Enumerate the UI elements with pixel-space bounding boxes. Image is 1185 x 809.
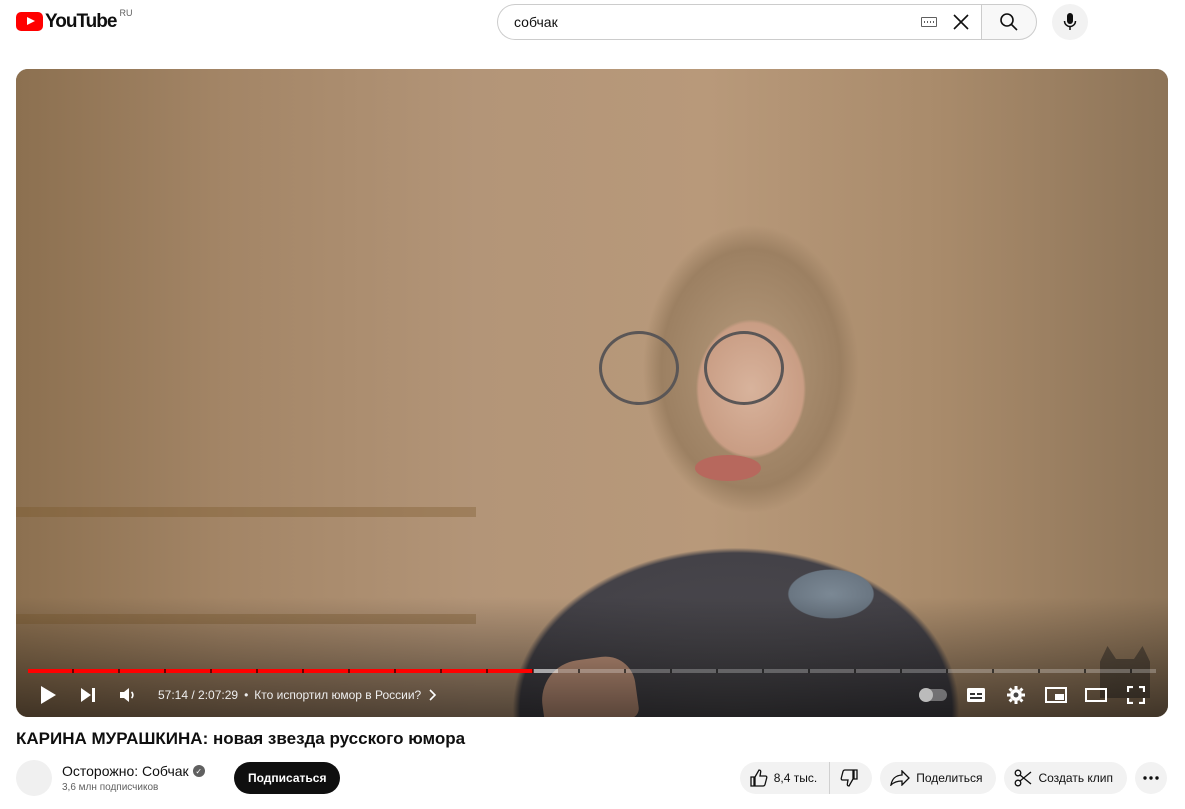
create-clip-label: Создать клип	[1038, 771, 1113, 785]
volume-icon	[120, 688, 134, 702]
like-dislike-group: 8,4 тыс.	[739, 762, 873, 794]
autoplay-toggle[interactable]	[916, 681, 956, 709]
mute-button[interactable]	[108, 681, 148, 709]
channel-name[interactable]: Осторожно: Собчак	[62, 763, 189, 779]
thumbs-up-icon	[750, 769, 768, 787]
share-icon	[890, 770, 911, 786]
next-button[interactable]	[68, 681, 108, 709]
more-actions-button[interactable]	[1135, 762, 1167, 794]
chapter-title[interactable]: • Кто испортил юмор в России?	[244, 688, 437, 702]
clear-icon[interactable]	[949, 10, 973, 34]
logo-text: YouTube	[45, 11, 117, 32]
masthead: YouTube RU	[0, 0, 1185, 44]
thumbs-down-icon	[840, 769, 858, 787]
theater-mode-icon	[1085, 688, 1107, 702]
player-controls: 57:14 / 2:07:29 • Кто испортил юмор в Ро…	[28, 681, 1156, 709]
autoplay-switch	[919, 688, 947, 702]
settings-button[interactable]	[996, 681, 1036, 709]
progress-bar[interactable]	[28, 669, 1156, 673]
play-button[interactable]	[28, 681, 68, 709]
share-label: Поделиться	[916, 771, 983, 785]
theater-mode-button[interactable]	[1076, 681, 1116, 709]
search-bar	[497, 4, 1037, 40]
youtube-logo[interactable]: YouTube RU	[16, 8, 132, 32]
create-clip-button[interactable]: Создать клип	[1004, 762, 1127, 794]
chapter-label: Кто испортил юмор в России?	[254, 688, 422, 702]
background-shelf	[16, 507, 476, 517]
scissors-icon	[1015, 769, 1032, 787]
gear-icon	[1007, 686, 1025, 704]
search-input[interactable]	[514, 14, 921, 30]
dislike-button[interactable]	[830, 762, 872, 794]
glasses-left-lens	[599, 331, 679, 405]
voice-search-button[interactable]	[1052, 4, 1088, 40]
chevron-right-icon	[429, 689, 437, 701]
subtitles-icon	[967, 688, 985, 702]
mic-icon	[1063, 13, 1077, 30]
search-button[interactable]	[981, 4, 1037, 40]
fullscreen-icon	[1127, 686, 1145, 704]
video-actions: 8,4 тыс. Поделиться Создать клип	[732, 762, 1167, 794]
subtitles-button[interactable]	[956, 681, 996, 709]
search-box	[497, 4, 981, 40]
right-controls	[916, 681, 1156, 709]
video-title: КАРИНА МУРАШКИНА: новая звезда русского …	[16, 729, 466, 748]
verified-check-icon: ✓	[192, 765, 205, 777]
next-icon	[81, 688, 95, 702]
channel-info: Осторожно: Собчак ✓ 3,6 млн подписчиков	[62, 763, 205, 793]
keyboard-icon[interactable]	[921, 17, 937, 27]
search-icon	[1000, 13, 1018, 31]
subscribe-button[interactable]: Подписаться	[234, 762, 341, 794]
miniplayer-icon	[1045, 687, 1067, 703]
share-button[interactable]: Поделиться	[880, 762, 997, 794]
like-count: 8,4 тыс.	[773, 771, 818, 785]
region-code: RU	[119, 8, 133, 18]
video-player[interactable]: 57:14 / 2:07:29 • Кто испортил юмор в Ро…	[16, 69, 1168, 717]
channel-owner: Осторожно: Собчак ✓ 3,6 млн подписчиков	[16, 760, 205, 796]
subscriber-count: 3,6 млн подписчиков	[62, 782, 159, 793]
time-display: 57:14 / 2:07:29	[158, 688, 239, 702]
channel-name-row: Осторожно: Собчак ✓	[62, 763, 205, 779]
like-button[interactable]: 8,4 тыс.	[740, 762, 831, 794]
channel-avatar[interactable]	[16, 760, 52, 796]
glasses-right-lens	[704, 331, 784, 405]
youtube-play-icon	[16, 12, 43, 31]
play-icon	[41, 686, 56, 704]
chapter-markers	[28, 669, 1156, 673]
chapter-bullet: •	[244, 688, 249, 702]
miniplayer-button[interactable]	[1036, 681, 1076, 709]
speaker-lips	[695, 455, 761, 481]
more-horizontal-icon	[1143, 776, 1159, 780]
fullscreen-button[interactable]	[1116, 681, 1156, 709]
